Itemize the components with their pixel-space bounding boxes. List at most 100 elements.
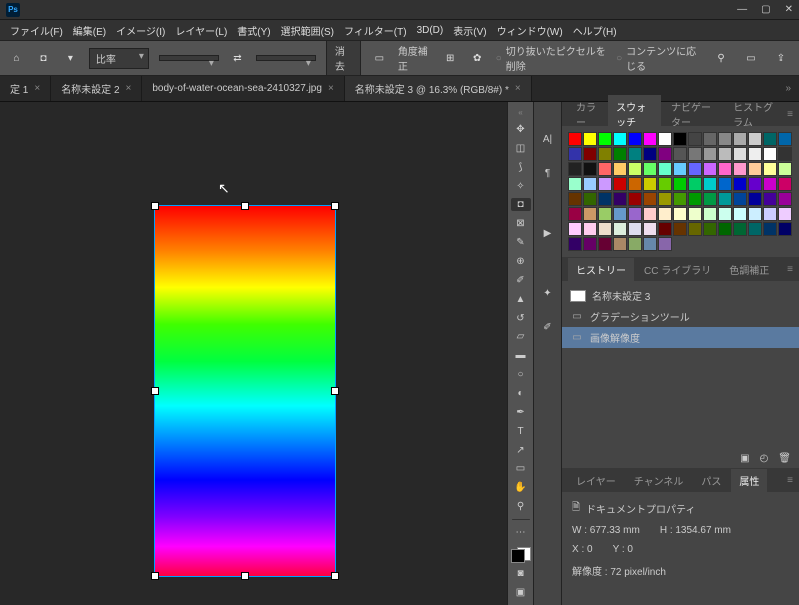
stamp-tool[interactable]: ▲: [511, 293, 531, 306]
zoom-tool[interactable]: ⚲: [511, 500, 531, 513]
shape-tool[interactable]: ▭: [511, 462, 531, 475]
swatch[interactable]: [778, 147, 792, 161]
hand-tool[interactable]: ✋: [511, 481, 531, 494]
swatch[interactable]: [763, 162, 777, 176]
panel-tab[interactable]: CC ライブラリ: [636, 258, 719, 281]
swatch[interactable]: [658, 147, 672, 161]
swap-icon[interactable]: ⇄: [229, 48, 246, 68]
swatch[interactable]: [643, 222, 657, 236]
swatch[interactable]: [628, 162, 642, 176]
panel-tab[interactable]: ヒストリー: [568, 258, 634, 281]
swatch[interactable]: [673, 222, 687, 236]
swatch[interactable]: [628, 237, 642, 251]
swatch[interactable]: [718, 132, 732, 146]
panel-tab[interactable]: 属性: [731, 469, 767, 492]
panel-tab[interactable]: パス: [693, 469, 729, 492]
swatch[interactable]: [718, 147, 732, 161]
swatch[interactable]: [658, 132, 672, 146]
straighten-icon[interactable]: ▭: [371, 48, 388, 68]
frame-tool[interactable]: ⊠: [511, 217, 531, 230]
swatch[interactable]: [583, 192, 597, 206]
swatch[interactable]: [583, 237, 597, 251]
quickmask-tool[interactable]: ◙: [511, 567, 531, 580]
swatch[interactable]: [703, 192, 717, 206]
lasso-tool[interactable]: ⟆: [511, 161, 531, 174]
swatch[interactable]: [688, 222, 702, 236]
swatch[interactable]: [598, 237, 612, 251]
eraser-tool[interactable]: ▱: [511, 330, 531, 343]
swatch[interactable]: [778, 132, 792, 146]
screenmode-tool[interactable]: ▣: [511, 586, 531, 599]
swatch[interactable]: [673, 162, 687, 176]
swatch[interactable]: [658, 162, 672, 176]
swatch[interactable]: [613, 237, 627, 251]
swatch[interactable]: [733, 147, 747, 161]
swatch[interactable]: [718, 222, 732, 236]
close-tab-icon[interactable]: ×: [34, 83, 40, 94]
pen-tool[interactable]: ✒: [511, 406, 531, 419]
swatch[interactable]: [688, 177, 702, 191]
swatch[interactable]: [568, 237, 582, 251]
swatch[interactable]: [673, 177, 687, 191]
workspace-icon[interactable]: ▭: [741, 48, 761, 68]
swatch[interactable]: [688, 147, 702, 161]
swatch[interactable]: [718, 177, 732, 191]
swatch[interactable]: [748, 162, 762, 176]
swatch[interactable]: [643, 237, 657, 251]
close-tab-icon[interactable]: ×: [515, 83, 521, 94]
swatch[interactable]: [748, 192, 762, 206]
swatch[interactable]: [673, 192, 687, 206]
glyph-panel-icon[interactable]: ✦: [539, 284, 557, 302]
swatch[interactable]: [733, 222, 747, 236]
swatch[interactable]: [568, 192, 582, 206]
swatch[interactable]: [598, 147, 612, 161]
swatch[interactable]: [778, 222, 792, 236]
swatch[interactable]: [628, 177, 642, 191]
heal-tool[interactable]: ⊕: [511, 255, 531, 268]
swatch[interactable]: [688, 132, 702, 146]
swatch[interactable]: [613, 147, 627, 161]
type-tool[interactable]: T: [511, 425, 531, 438]
blur-tool[interactable]: ○: [511, 368, 531, 381]
document-content[interactable]: [155, 206, 335, 576]
swatch[interactable]: [583, 147, 597, 161]
menu-item[interactable]: 3D(D): [417, 25, 444, 36]
swatch[interactable]: [628, 222, 642, 236]
swatch[interactable]: [568, 147, 582, 161]
menu-item[interactable]: フィルター(T): [344, 23, 407, 38]
swatch[interactable]: [673, 132, 687, 146]
swatch[interactable]: [658, 207, 672, 221]
share-icon[interactable]: ⇪: [771, 48, 791, 68]
swatch[interactable]: [568, 207, 582, 221]
swatch[interactable]: [748, 222, 762, 236]
panel-menu-icon[interactable]: ≡: [787, 109, 793, 120]
swatch[interactable]: [763, 147, 777, 161]
swatch[interactable]: [613, 207, 627, 221]
swatch[interactable]: [583, 177, 597, 191]
swatch[interactable]: [583, 132, 597, 146]
swatch[interactable]: [733, 162, 747, 176]
swatch[interactable]: [703, 207, 717, 221]
clear-button[interactable]: 消去: [326, 40, 361, 76]
swatch[interactable]: [748, 147, 762, 161]
new-snapshot-icon[interactable]: ◴: [760, 453, 769, 464]
delete-pixels-checkbox[interactable]: 切り抜いたピクセルを削除: [496, 43, 606, 73]
settings-icon[interactable]: ✿: [469, 48, 486, 68]
swatch[interactable]: [778, 162, 792, 176]
swatch[interactable]: [688, 162, 702, 176]
swatch[interactable]: [598, 222, 612, 236]
swatch[interactable]: [718, 162, 732, 176]
panel-tab[interactable]: レイヤー: [568, 469, 624, 492]
document-tab[interactable]: 定 1×: [0, 76, 51, 101]
history-step[interactable]: ▭グラデーションツール: [562, 306, 799, 327]
document-tab[interactable]: 名称未設定 2×: [51, 76, 142, 101]
menu-item[interactable]: イメージ(I): [116, 23, 165, 38]
brush-tool[interactable]: ✐: [511, 274, 531, 287]
swatch[interactable]: [598, 192, 612, 206]
width-input[interactable]: [159, 55, 219, 61]
canvas[interactable]: ↖: [0, 102, 507, 605]
swatch[interactable]: [583, 162, 597, 176]
camera-icon[interactable]: ▣: [740, 453, 749, 464]
swatch[interactable]: [613, 162, 627, 176]
wand-tool[interactable]: ✧: [511, 180, 531, 193]
